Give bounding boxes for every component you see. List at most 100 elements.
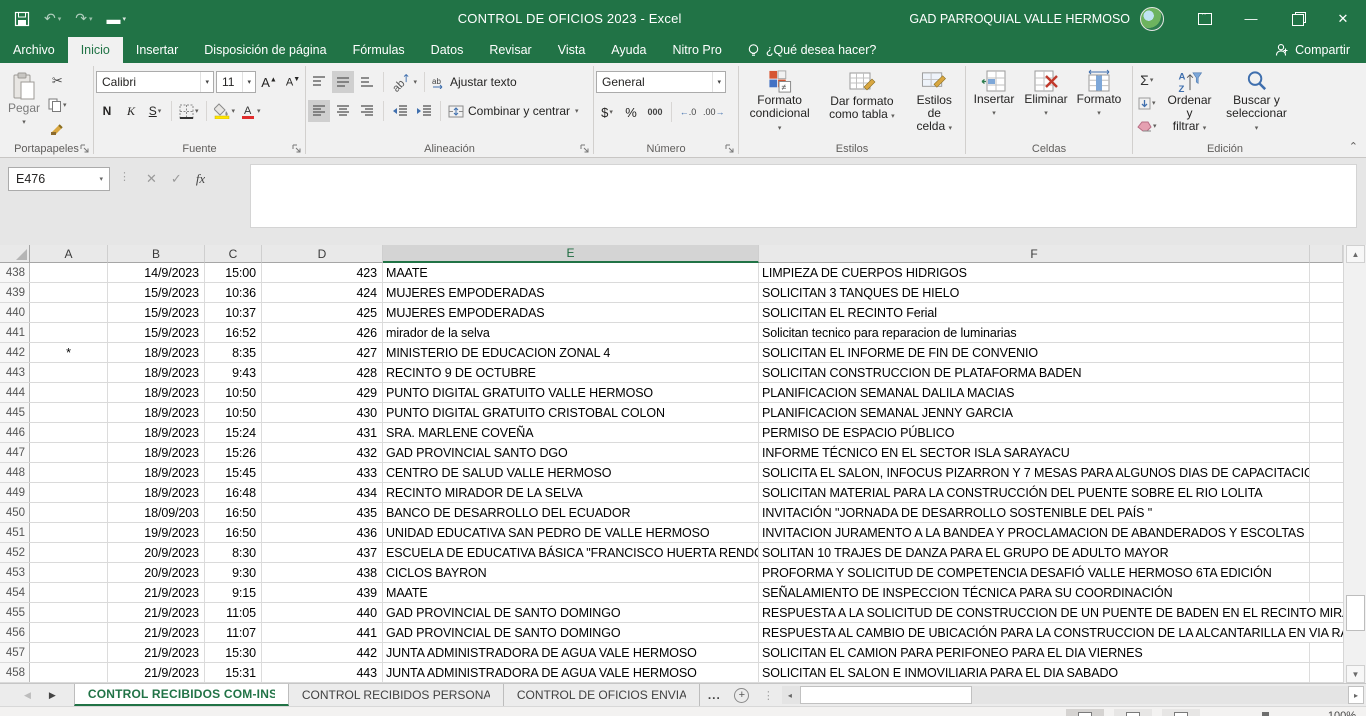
cell[interactable]: 10:36 — [205, 283, 262, 302]
cell[interactable]: 426 — [262, 323, 383, 342]
sheet-tab[interactable]: CONTROL DE OFICIOS ENVIADO — [504, 684, 700, 706]
borders-icon[interactable]: ▾ — [177, 100, 201, 122]
cell[interactable]: PLANIFICACION SEMANAL DALILA MACIAS — [759, 383, 1310, 402]
row-header[interactable]: 443 — [0, 363, 30, 382]
font-size-combo[interactable]: 11▾ — [216, 71, 256, 93]
cell[interactable]: MAATE — [383, 583, 759, 602]
row-header[interactable]: 455 — [0, 603, 30, 622]
cell[interactable]: 16:50 — [205, 503, 262, 522]
column-header-e[interactable]: E — [383, 245, 759, 263]
scroll-down-icon[interactable]: ▼ — [1346, 665, 1365, 683]
comma-style-icon[interactable]: 000 — [644, 101, 666, 123]
delete-cells-button[interactable]: Eliminar ▾ — [1020, 66, 1072, 138]
cell[interactable]: 20/9/2023 — [108, 543, 205, 562]
cell[interactable] — [30, 363, 108, 382]
copy-icon[interactable]: ▾ — [46, 94, 69, 116]
minimize-button[interactable]: — — [1228, 0, 1274, 37]
cell[interactable]: 15:00 — [205, 263, 262, 282]
cell[interactable] — [1310, 643, 1343, 662]
autosum-icon[interactable]: Σ▾ — [1135, 69, 1159, 91]
cell[interactable]: GAD PROVINCIAL DE SANTO DOMINGO — [383, 603, 759, 622]
row-header[interactable]: 457 — [0, 643, 30, 662]
cell[interactable] — [1310, 303, 1343, 322]
cell[interactable]: 10:37 — [205, 303, 262, 322]
cell[interactable] — [30, 403, 108, 422]
ribbon-tab-insertar[interactable]: Insertar — [123, 37, 191, 63]
align-bottom-icon[interactable] — [356, 71, 378, 93]
save-icon[interactable] — [14, 11, 30, 27]
cell[interactable]: MUJERES EMPODERADAS — [383, 303, 759, 322]
cell[interactable]: 18/9/2023 — [108, 483, 205, 502]
cell[interactable] — [30, 323, 108, 342]
wrap-text-button[interactable]: ab Ajustar texto — [430, 71, 519, 93]
select-all-corner[interactable] — [0, 245, 30, 263]
row-header[interactable]: 448 — [0, 463, 30, 482]
cell[interactable]: 424 — [262, 283, 383, 302]
cell[interactable]: 20/9/2023 — [108, 563, 205, 582]
cell[interactable] — [30, 283, 108, 302]
cell[interactable] — [30, 383, 108, 402]
sheet-nav-right-icon[interactable]: ▶ — [49, 690, 56, 701]
cell[interactable]: 18/09/203 — [108, 503, 205, 522]
cell[interactable]: GAD PROVINCIAL DE SANTO DOMINGO — [383, 623, 759, 642]
row-header[interactable]: 452 — [0, 543, 30, 562]
cell[interactable]: 429 — [262, 383, 383, 402]
name-box[interactable]: E476 ▾ — [8, 167, 110, 191]
font-dialog-launcher-icon[interactable] — [292, 144, 302, 154]
more-sheets-button[interactable]: ... — [700, 684, 729, 706]
cell-styles-button[interactable]: Estilos decelda ▾ — [905, 66, 963, 138]
cell[interactable] — [1310, 283, 1343, 302]
cell[interactable]: 427 — [262, 343, 383, 362]
cell[interactable]: JUNTA ADMINISTRADORA DE AGUA VALE HERMOS… — [383, 643, 759, 662]
formula-input[interactable] — [250, 164, 1357, 228]
ribbon-tab-vista[interactable]: Vista — [545, 37, 599, 63]
column-header-b[interactable]: B — [108, 245, 205, 263]
cell[interactable]: 10:50 — [205, 383, 262, 402]
row-header[interactable]: 456 — [0, 623, 30, 642]
align-right-icon[interactable] — [356, 100, 378, 122]
customize-quick-access-icon[interactable]: ▬▾ — [107, 11, 127, 27]
ribbon-tab-f-rmulas[interactable]: Fórmulas — [340, 37, 418, 63]
cell[interactable]: PLANIFICACION SEMANAL JENNY GARCIA — [759, 403, 1310, 422]
row-header[interactable]: 441 — [0, 323, 30, 342]
row-header[interactable]: 442 — [0, 343, 30, 362]
redo-icon[interactable]: ↷▾ — [75, 10, 92, 27]
cell[interactable]: MUJERES EMPODERADAS — [383, 283, 759, 302]
insert-function-icon[interactable]: fx — [196, 171, 205, 187]
fill-icon[interactable]: ▾ — [1135, 92, 1159, 114]
align-top-icon[interactable] — [308, 71, 330, 93]
grow-font-icon[interactable]: A▲ — [258, 71, 280, 93]
cell[interactable]: 21/9/2023 — [108, 643, 205, 662]
ribbon-tab-datos[interactable]: Datos — [418, 37, 477, 63]
cell[interactable] — [1310, 423, 1343, 442]
row-header[interactable]: 447 — [0, 443, 30, 462]
find-select-button[interactable]: Buscar yseleccionar ▾ — [1221, 66, 1293, 138]
cell[interactable]: GAD PROVINCIAL SANTO DGO — [383, 443, 759, 462]
row-header[interactable]: 445 — [0, 403, 30, 422]
merge-center-button[interactable]: Combinar y centrar ▾ — [446, 100, 581, 122]
cell[interactable] — [1310, 443, 1343, 462]
cell[interactable]: 9:30 — [205, 563, 262, 582]
cell[interactable]: CICLOS BAYRON — [383, 563, 759, 582]
cell[interactable]: PROFORMA Y SOLICITUD DE COMPETENCIA DESA… — [759, 563, 1310, 582]
cell[interactable]: 19/9/2023 — [108, 523, 205, 542]
cell[interactable]: 10:50 — [205, 403, 262, 422]
clipboard-dialog-launcher-icon[interactable] — [80, 144, 90, 154]
accounting-format-icon[interactable]: $▾ — [596, 101, 618, 123]
row-header[interactable]: 453 — [0, 563, 30, 582]
cell[interactable] — [1310, 663, 1343, 682]
row-header[interactable]: 449 — [0, 483, 30, 502]
bold-button[interactable]: N — [96, 100, 118, 122]
row-header[interactable]: 454 — [0, 583, 30, 602]
format-cells-button[interactable]: Formato ▾ — [1072, 66, 1126, 138]
row-header[interactable]: 446 — [0, 423, 30, 442]
cell[interactable]: 11:05 — [205, 603, 262, 622]
column-header-a[interactable]: A — [30, 245, 108, 263]
cell[interactable]: 425 — [262, 303, 383, 322]
row-header[interactable]: 458 — [0, 663, 30, 682]
cell[interactable] — [30, 503, 108, 522]
zoom-slider-handle[interactable] — [1262, 712, 1269, 716]
cell[interactable] — [30, 263, 108, 282]
cell[interactable]: 9:15 — [205, 583, 262, 602]
share-button[interactable]: Compartir — [1259, 37, 1366, 63]
